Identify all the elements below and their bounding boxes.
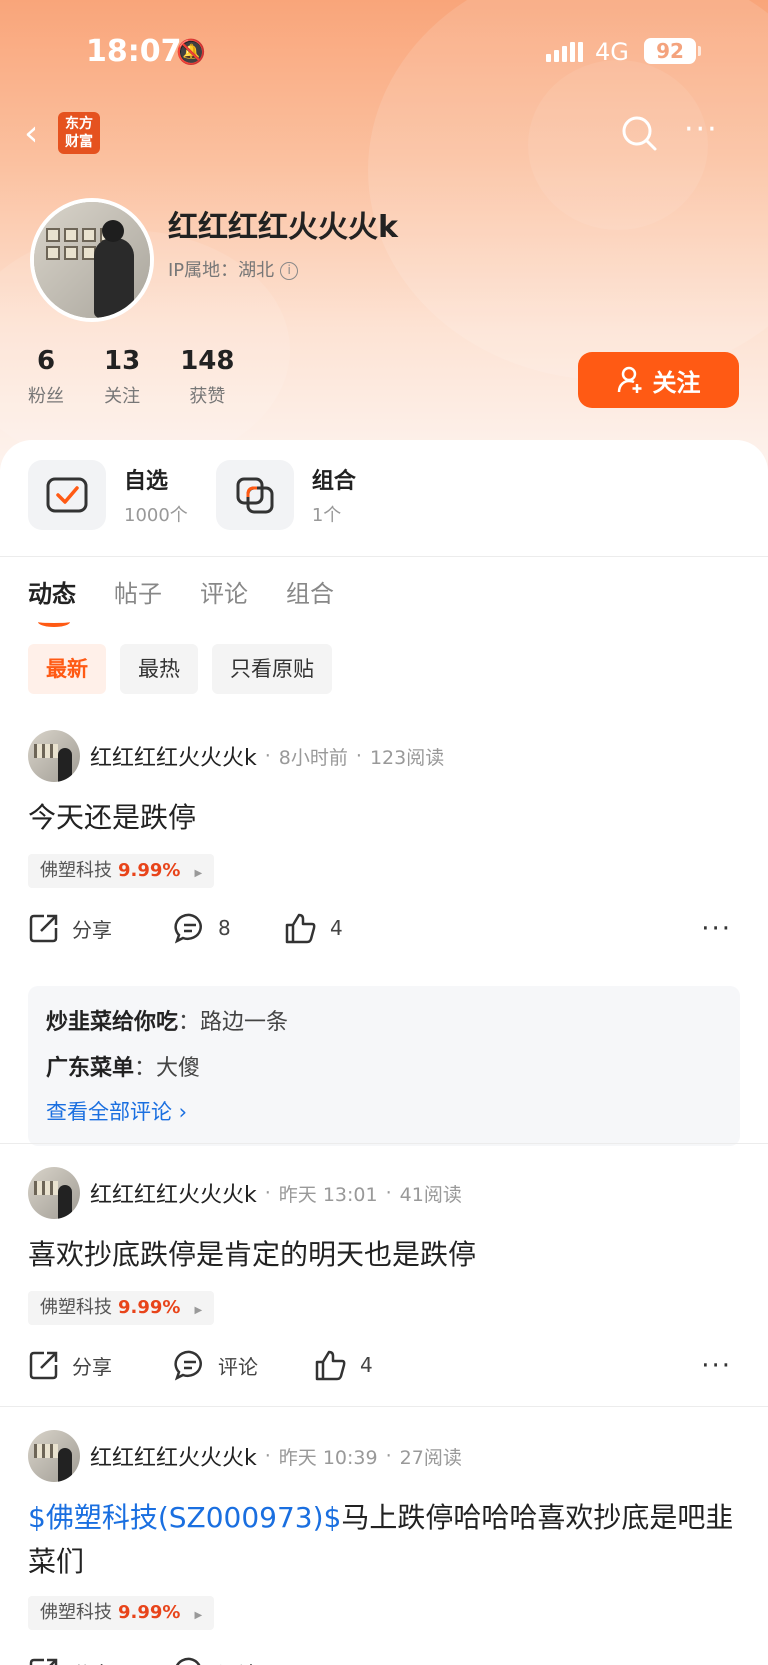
battery-icon: 92 xyxy=(644,38,701,64)
filter-latest[interactable]: 最新 xyxy=(28,644,106,694)
share-icon xyxy=(29,1351,58,1380)
thumbs-up-icon xyxy=(315,1350,346,1381)
more-icon[interactable]: ··· xyxy=(684,112,719,147)
filter-original[interactable]: 只看原贴 xyxy=(212,644,332,694)
stock-link[interactable]: $佛塑科技(SZ000973)$ xyxy=(28,1501,341,1534)
status-time: 18:07 xyxy=(86,34,182,69)
post-author[interactable]: 红红红红火火火k xyxy=(90,1440,257,1472)
tab-activity[interactable]: 动态 xyxy=(28,574,76,627)
share-button[interactable]: 分享 xyxy=(28,1349,174,1381)
comment-icon xyxy=(175,1657,201,1665)
search-icon[interactable] xyxy=(620,114,660,154)
like-button[interactable]: 4 xyxy=(284,912,343,944)
profile-stats: 6 粉丝 13 关注 148 获赞 xyxy=(28,346,274,408)
share-icon xyxy=(29,914,58,943)
comment-preview[interactable]: 炒韭菜给你吃：路边一条 广东菜单：大傻 查看全部评论 › xyxy=(28,986,740,1146)
tab-portfolio[interactable]: 组合 xyxy=(286,574,334,609)
sort-filters: 最新 最热 只看原贴 xyxy=(28,644,332,694)
content-tabs: 动态 帖子 评论 组合 xyxy=(28,574,334,627)
filter-hot[interactable]: 最热 xyxy=(120,644,198,694)
comment-button[interactable]: 8 xyxy=(174,912,284,944)
ip-location: IP属地：湖北 i xyxy=(168,256,299,282)
stat-fans[interactable]: 6 粉丝 xyxy=(28,346,64,408)
like-button[interactable]: 4 xyxy=(314,1349,373,1381)
comment-button[interactable]: 评论 xyxy=(174,1349,314,1381)
stock-tag[interactable]: 佛塑科技 9.99% ▶ xyxy=(28,854,215,888)
tab-posts[interactable]: 帖子 xyxy=(114,574,162,609)
stock-tag[interactable]: 佛塑科技 9.99% ▶ xyxy=(28,1596,215,1630)
avatar[interactable] xyxy=(28,730,80,782)
comment-icon xyxy=(174,913,202,944)
post-author[interactable]: 红红红红火火火k xyxy=(90,740,257,772)
tab-comments[interactable]: 评论 xyxy=(200,574,248,609)
network-type: 4G xyxy=(595,38,629,66)
share-button[interactable]: 分享 xyxy=(28,1656,174,1665)
post-author[interactable]: 红红红红火火火k xyxy=(90,1177,257,1209)
more-options-icon[interactable]: ··· xyxy=(701,914,732,944)
post-reads: 27阅读 xyxy=(399,1446,462,1469)
mute-icon: 🔕 xyxy=(176,38,206,66)
top-nav: ‹ 东方 财富 ··· xyxy=(0,112,768,162)
comment-item: 广东菜单：大傻 xyxy=(46,1056,201,1081)
share-icon xyxy=(29,1658,58,1665)
view-all-comments-link[interactable]: 查看全部评论 › xyxy=(46,1092,722,1132)
divider xyxy=(0,1406,768,1407)
watchlist-entry[interactable]: 自选 1000个 xyxy=(28,460,188,530)
comment-icon xyxy=(174,1350,202,1381)
post-text[interactable]: 今天还是跌停 xyxy=(28,796,740,840)
app-logo: 东方 财富 xyxy=(58,112,100,154)
avatar[interactable] xyxy=(28,1167,80,1219)
signal-icon xyxy=(546,42,583,62)
avatar[interactable] xyxy=(28,1430,80,1482)
comment-item: 炒韭菜给你吃：路边一条 xyxy=(46,1010,289,1035)
follow-button[interactable]: 关注 xyxy=(578,352,739,408)
divider xyxy=(0,1143,768,1144)
status-bar: 18:07 🔕 4G 92 xyxy=(0,28,768,78)
post-text[interactable]: $佛塑科技(SZ000973)$马上跌停哈哈哈喜欢抄底是吧韭菜们 xyxy=(28,1496,740,1584)
profile-name: 红红红红火火火k xyxy=(168,210,398,245)
post-time: 昨天 10:39 xyxy=(278,1446,378,1469)
checkbox-icon xyxy=(28,460,106,530)
profile-content-card: 自选 1000个 组合 1个 动态 帖子 评论 组合 最新 最热 只看原贴 红红红红 xyxy=(0,440,768,1665)
comment-button[interactable]: 评论 xyxy=(174,1656,314,1665)
post-text[interactable]: 喜欢抄底跌停是肯定的明天也是跌停 xyxy=(28,1233,740,1277)
info-icon[interactable]: i xyxy=(280,262,299,280)
add-user-icon xyxy=(617,366,641,393)
post-reads: 41阅读 xyxy=(399,1183,462,1206)
post-reads: 123阅读 xyxy=(369,746,445,769)
stock-tag[interactable]: 佛塑科技 9.99% ▶ xyxy=(28,1291,215,1325)
stat-following[interactable]: 13 关注 xyxy=(104,346,140,408)
back-icon[interactable]: ‹ xyxy=(24,114,38,154)
profile-avatar[interactable] xyxy=(30,198,154,322)
post-time: 8小时前 xyxy=(278,746,348,769)
post-time: 昨天 13:01 xyxy=(278,1183,378,1206)
thumbs-up-icon xyxy=(285,913,316,944)
share-button[interactable]: 分享 xyxy=(28,912,174,944)
divider xyxy=(0,556,768,557)
stat-likes: 148 获赞 xyxy=(180,346,235,407)
portfolio-entry[interactable]: 组合 1个 xyxy=(215,460,356,530)
portfolio-icon xyxy=(215,460,294,530)
more-options-icon[interactable]: ··· xyxy=(701,1351,732,1381)
